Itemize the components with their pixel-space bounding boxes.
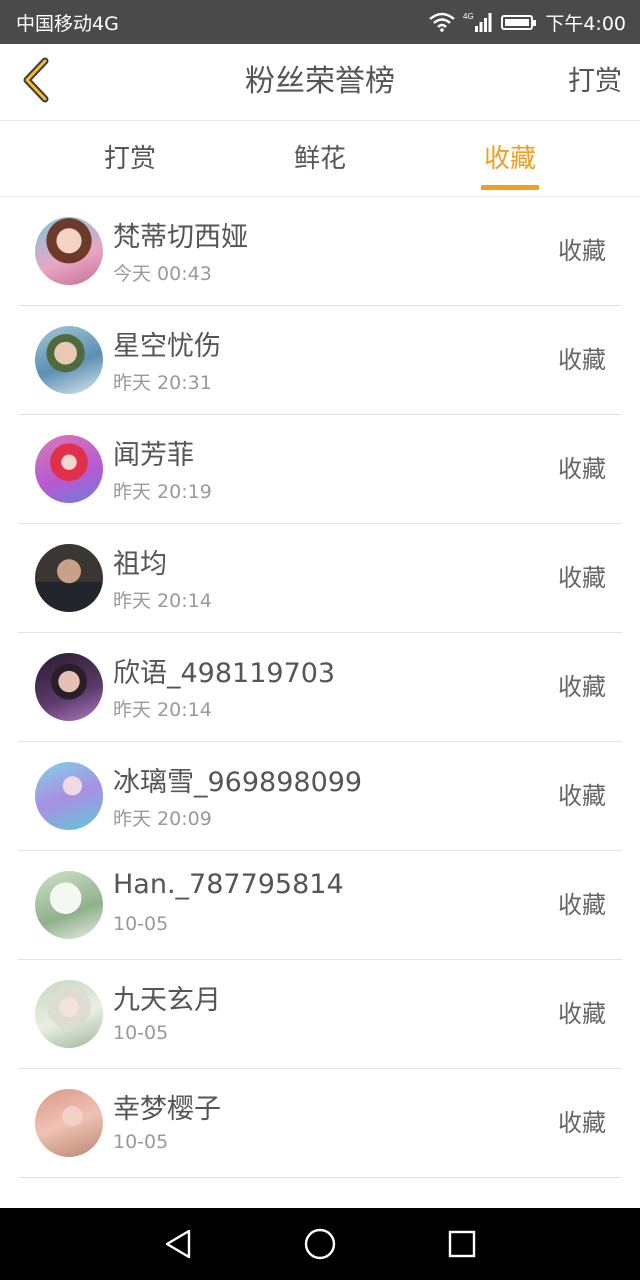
avatar: [35, 544, 103, 612]
system-nav-bar: [0, 1208, 640, 1280]
battery-icon: [501, 14, 537, 30]
page-title: 粉丝荣誉榜: [245, 64, 395, 99]
avatar: [35, 762, 103, 830]
timestamp: 10-05: [113, 1022, 169, 1044]
tab-label: 打赏: [103, 144, 156, 174]
header: 粉丝荣誉榜 打赏: [0, 44, 640, 121]
tab-label: 鲜花: [293, 144, 346, 174]
list-item[interactable]: 冰璃雪_969898099 昨天 20:09 收藏: [18, 742, 622, 851]
avatar: [35, 326, 103, 394]
tab-reward[interactable]: 打赏: [50, 121, 210, 196]
list-item[interactable]: 闻芳菲 昨天 20:19 收藏: [18, 415, 622, 524]
list-item[interactable]: 欣语_498119703 昨天 20:14 收藏: [18, 633, 622, 742]
timestamp: 昨天 20:14: [113, 590, 212, 612]
list-item[interactable]: 梵蒂切西娅 今天 00:43 收藏: [18, 197, 622, 306]
back-triangle-icon[interactable]: [160, 1226, 196, 1262]
timestamp: 昨天 20:14: [113, 699, 212, 721]
avatar: [35, 435, 103, 503]
avatar: [35, 653, 103, 721]
list-item[interactable]: Han._787795814 10-05 收藏: [18, 851, 622, 960]
user-name: 冰璃雪_969898099: [113, 767, 363, 798]
avatar: [35, 871, 103, 939]
user-name: 欣语_498119703: [113, 658, 336, 689]
avatar: [35, 1089, 103, 1157]
list-item[interactable]: 祖均 昨天 20:14 收藏: [18, 524, 622, 633]
status-icons: 4G 下午4:00: [429, 9, 626, 36]
action-label: 收藏: [558, 237, 606, 265]
user-name: 闻芳菲: [113, 440, 194, 471]
list-item[interactable]: 幸梦樱子 10-05 收藏: [18, 1069, 622, 1178]
recents-square-icon[interactable]: [444, 1226, 480, 1262]
user-name: 幸梦樱子: [113, 1094, 221, 1125]
reward-button[interactable]: 打赏: [568, 44, 622, 120]
action-label: 收藏: [558, 782, 606, 810]
user-name: 梵蒂切西娅: [113, 222, 248, 253]
home-circle-icon[interactable]: [302, 1226, 338, 1262]
network-badge: 4G: [463, 12, 474, 21]
action-label: 收藏: [558, 346, 606, 374]
action-label: 收藏: [558, 1109, 606, 1137]
avatar: [35, 980, 103, 1048]
action-label: 收藏: [558, 673, 606, 701]
timestamp: 10-05: [113, 913, 169, 935]
wifi-icon: [429, 12, 456, 32]
user-name: Han._787795814: [113, 869, 344, 900]
timestamp: 昨天 20:19: [113, 481, 212, 503]
tab-favorites[interactable]: 收藏: [430, 121, 590, 196]
timestamp: 昨天 20:31: [113, 372, 212, 394]
timestamp: 10-05: [113, 1131, 169, 1153]
status-bar: 中国移动4G 4G 下午4:00: [0, 0, 640, 44]
action-label: 收藏: [558, 891, 606, 919]
user-name: 祖均: [113, 549, 167, 580]
user-name: 星空忧伤: [113, 331, 221, 362]
action-label: 收藏: [558, 564, 606, 592]
clock: 下午4:00: [545, 12, 626, 35]
carrier-label: 中国移动4G: [16, 12, 119, 35]
tab-active-indicator: [481, 185, 539, 190]
action-label: 收藏: [558, 455, 606, 483]
signal-icon: 4G: [463, 11, 493, 33]
action-label: 收藏: [558, 1000, 606, 1028]
timestamp: 昨天 20:09: [113, 808, 212, 830]
fan-list: 梵蒂切西娅 今天 00:43 收藏 星空忧伤 昨天 20:31 收藏 闻芳菲 昨…: [0, 197, 640, 1178]
tab-flowers[interactable]: 鲜花: [240, 121, 400, 196]
user-name: 九天玄月: [113, 985, 221, 1016]
list-item[interactable]: 九天玄月 10-05 收藏: [18, 960, 622, 1069]
list-item[interactable]: 星空忧伤 昨天 20:31 收藏: [18, 306, 622, 415]
timestamp: 今天 00:43: [113, 263, 212, 285]
avatar: [35, 217, 103, 285]
tab-bar: 打赏 鲜花 收藏: [0, 121, 640, 197]
